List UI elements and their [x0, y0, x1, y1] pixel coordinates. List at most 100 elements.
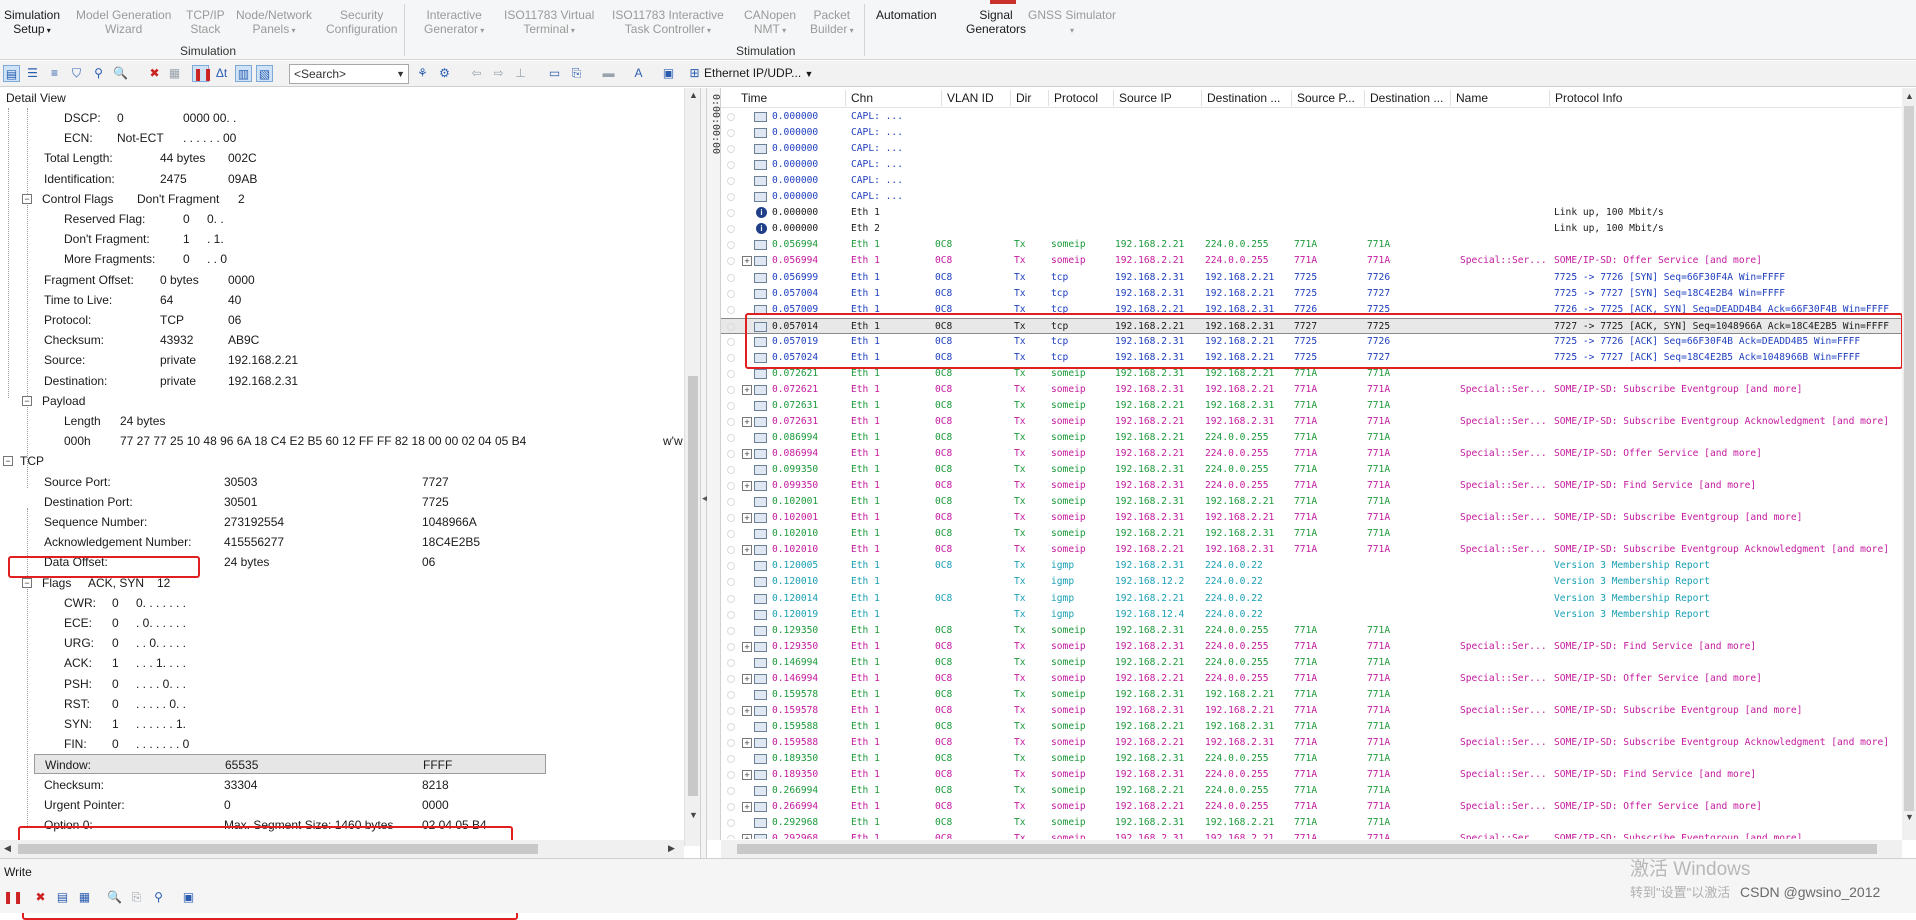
detail-row[interactable]: ECE: 0 . 0. . . . . .	[0, 613, 683, 633]
ribbon-button-iso11783-interactive[interactable]: ISO11783 Interactive Task Controller ▾	[612, 8, 724, 38]
trace-row[interactable]: +0.146994 Eth 1 0C8 Tx someip 192.168.2.21 224…	[721, 671, 1902, 687]
detail-row[interactable]: RST: 0 . . . . . 0. .	[0, 694, 683, 714]
trace-row[interactable]: +0.072631 Eth 1 0C8 Tx someip 192.168.2.21 192…	[721, 414, 1902, 430]
trace-row[interactable]: +0.129350 Eth 1 0C8 Tx someip 192.168.2.31 224…	[721, 639, 1902, 655]
ribbon-button-packet[interactable]: Packet Builder ▾	[810, 8, 854, 38]
trace-row[interactable]: i 0.000000 Eth 1 Link up, 100 Mbit/s	[721, 205, 1902, 221]
forward-icon[interactable]: ⇨	[490, 65, 507, 82]
trace-row[interactable]: +0.159588 Eth 1 0C8 Tx someip 192.168.2.21 192…	[721, 735, 1902, 751]
column-header[interactable]: VLAN ID	[947, 91, 994, 105]
detail-row[interactable]: PSH: 0 . . . . 0. . .	[0, 674, 683, 694]
detail-row[interactable]: Sequence Number: 273192554 1048966A	[0, 512, 683, 532]
trace-row[interactable]: 0.056999 Eth 1 0C8 Tx tcp 192.168.2.31 192.168…	[721, 270, 1902, 286]
detail-row[interactable]: − TCP	[0, 451, 683, 471]
options-icon[interactable]: ▣	[180, 889, 197, 906]
find-prev-icon[interactable]: ⚙	[436, 65, 453, 82]
find-next-icon[interactable]: ⚘	[414, 65, 431, 82]
detail-row[interactable]: Urgent Pointer: 0 0000	[0, 795, 683, 815]
trace-row[interactable]: 0.072631 Eth 1 0C8 Tx someip 192.168.2.21 192.…	[721, 398, 1902, 414]
clear-icon[interactable]: ✖	[146, 65, 163, 82]
back-icon[interactable]: ⇦	[468, 65, 485, 82]
options-icon[interactable]: ▣	[660, 65, 677, 82]
trace-row[interactable]: i 0.000000 Eth 2 Link up, 100 Mbit/s	[721, 221, 1902, 237]
marker-icon[interactable]: ⊥	[512, 65, 529, 82]
scroll-down-icon[interactable]: ▼	[1905, 812, 1914, 822]
column-config-icon[interactable]: ▥	[235, 65, 252, 82]
column-header[interactable]: Source P...	[1297, 91, 1355, 105]
filter-edit-icon[interactable]: ⚲	[90, 65, 107, 82]
collapse-toggle-icon[interactable]: −	[22, 193, 32, 204]
ribbon-button-automation[interactable]: Automation	[876, 8, 937, 22]
save-icon[interactable]: ▦	[76, 889, 93, 906]
column-separator[interactable]	[1010, 90, 1011, 106]
collapse-toggle-icon[interactable]: −	[22, 395, 32, 406]
expand-toggle-icon[interactable]: +	[742, 481, 752, 492]
column-header[interactable]: Chn	[851, 91, 873, 105]
layout-icon[interactable]: ▬	[600, 65, 617, 82]
scroll-thumb[interactable]	[1904, 106, 1914, 811]
column-separator[interactable]	[1364, 90, 1365, 106]
detail-row[interactable]: Total Length: 44 bytes 002C	[0, 148, 683, 168]
column-header[interactable]: Name	[1456, 91, 1488, 105]
detail-row[interactable]: Protocol: TCP 06	[0, 310, 683, 330]
trace-row[interactable]: 0.000000 CAPL: ...	[721, 157, 1902, 173]
scroll-thumb[interactable]	[688, 376, 698, 796]
trace-row[interactable]: 0.266994 Eth 1 0C8 Tx someip 192.168.2.21 224.…	[721, 783, 1902, 799]
pause-icon[interactable]: ❚❚	[3, 889, 23, 906]
ribbon-button-model-generation[interactable]: Model Generation Wizard	[76, 8, 171, 36]
detail-row[interactable]: Checksum: 43932 AB9C	[0, 330, 683, 350]
column-header[interactable]: Dir	[1016, 91, 1031, 105]
detail-view-toggle-icon[interactable]: ▤	[3, 65, 20, 82]
detail-vertical-scrollbar[interactable]: ▲ ▼	[684, 88, 700, 846]
ribbon-button-tcp-ip[interactable]: TCP/IP Stack	[186, 8, 225, 36]
expand-toggle-icon[interactable]: +	[742, 256, 752, 267]
trace-row[interactable]: 0.120010 Eth 1 Tx igmp 192.168.12.2 224.0.0.2…	[721, 574, 1902, 590]
column-separator[interactable]	[1549, 90, 1550, 106]
copy-icon[interactable]: ▤	[54, 889, 71, 906]
collapse-toggle-icon[interactable]: −	[3, 456, 13, 467]
ribbon-button-iso11783-virtual[interactable]: ISO11783 Virtual Terminal ▾	[504, 8, 594, 38]
column-separator[interactable]	[845, 90, 846, 106]
column-header[interactable]: Protocol	[1054, 91, 1098, 105]
trace-row[interactable]: +0.072621 Eth 1 0C8 Tx someip 192.168.2.31 192…	[721, 382, 1902, 398]
expand-toggle-icon[interactable]: +	[742, 384, 752, 395]
trace-row[interactable]: +0.292968 Eth 1 0C8 Tx someip 192.168.2.31 192…	[721, 831, 1902, 839]
trace-row[interactable]: 0.099350 Eth 1 0C8 Tx someip 192.168.2.31 224.…	[721, 462, 1902, 478]
detail-row[interactable]: Window: 65535 FFFF	[34, 754, 546, 775]
trace-row[interactable]: 0.120005 Eth 1 0C8 Tx igmp 192.168.2.31 224.0.…	[721, 558, 1902, 574]
export-icon[interactable]: ⎘	[568, 65, 585, 82]
detail-row[interactable]: Source: private 192.168.2.21	[0, 350, 683, 370]
window-icon[interactable]: ▭	[546, 65, 563, 82]
scroll-left-icon[interactable]: ◀	[4, 843, 11, 854]
chronological-view-icon[interactable]: ☰	[24, 65, 41, 82]
trace-row[interactable]: 0.120014 Eth 1 0C8 Tx igmp 192.168.2.21 224.0.…	[721, 591, 1902, 607]
ribbon-button-canopen[interactable]: CANopen NMT ▾	[744, 8, 796, 38]
column-separator[interactable]	[1291, 90, 1292, 106]
copy-icon[interactable]: ▦	[166, 65, 183, 82]
trace-row[interactable]: 0.159578 Eth 1 0C8 Tx someip 192.168.2.31 192.…	[721, 687, 1902, 703]
trace-row[interactable]: 0.146994 Eth 1 0C8 Tx someip 192.168.2.21 224.…	[721, 655, 1902, 671]
column-header[interactable]: Source IP	[1119, 91, 1172, 105]
detail-row[interactable]: ACK: 1 . . . 1. . . .	[0, 653, 683, 673]
column-separator[interactable]	[1201, 90, 1202, 106]
trace-row[interactable]: 0.189350 Eth 1 0C8 Tx someip 192.168.2.31 224.…	[721, 751, 1902, 767]
expand-toggle-icon[interactable]: +	[742, 802, 752, 813]
trace-row[interactable]: 0.000000 CAPL: ...	[721, 141, 1902, 157]
trace-row[interactable]: 0.000000 CAPL: ...	[721, 109, 1902, 125]
expand-toggle-icon[interactable]: +	[742, 449, 752, 460]
detail-row[interactable]: ECN: Not-ECT . . . . . . 00	[0, 128, 683, 148]
detail-row[interactable]: Reserved Flag: 0 0. .	[0, 209, 683, 229]
trace-row[interactable]: 0.129350 Eth 1 0C8 Tx someip 192.168.2.31 224.…	[721, 623, 1902, 639]
column-separator[interactable]	[1113, 90, 1114, 106]
detail-row[interactable]: CWR: 0 0. . . . . . .	[0, 593, 683, 613]
search-input[interactable]: <Search> ▼	[289, 64, 409, 84]
font-icon[interactable]: A	[630, 65, 647, 82]
column-separator[interactable]	[1048, 90, 1049, 106]
trace-row[interactable]: 0.057004 Eth 1 0C8 Tx tcp 192.168.2.31 192.168…	[721, 286, 1902, 302]
trace-row[interactable]: 0.159588 Eth 1 0C8 Tx someip 192.168.2.21 192.…	[721, 719, 1902, 735]
trace-row[interactable]: +0.159578 Eth 1 0C8 Tx someip 192.168.2.31 192…	[721, 703, 1902, 719]
trace-row[interactable]: +0.102010 Eth 1 0C8 Tx someip 192.168.2.21 192…	[721, 542, 1902, 558]
column-separator[interactable]	[1450, 90, 1451, 106]
trace-row[interactable]: +0.266994 Eth 1 0C8 Tx someip 192.168.2.21 224…	[721, 799, 1902, 815]
trace-row[interactable]: +0.189350 Eth 1 0C8 Tx someip 192.168.2.31 224…	[721, 767, 1902, 783]
